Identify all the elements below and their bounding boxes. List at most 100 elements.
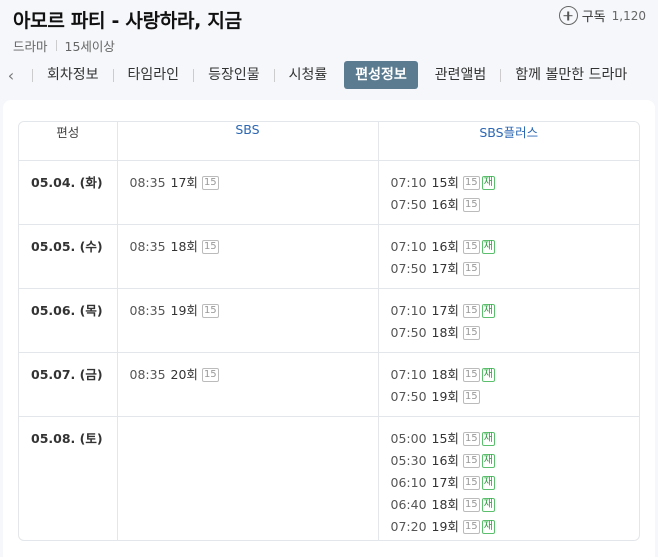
schedule-panel: 편성 SBS SBS플러스 05.04. (화) 08:35 17회 15 07:10 1… (3, 100, 655, 557)
rerun-badge: 재 (481, 475, 495, 490)
meta-divider (55, 40, 57, 51)
broadcast-item[interactable]: 07:10 17회 15 재 (391, 300, 628, 322)
plus-circle-icon (558, 6, 578, 25)
age-15-badge: 15 (201, 239, 219, 254)
schedule-date: 05.05. (수) (19, 224, 118, 289)
age-15-badge: 15 (462, 239, 480, 254)
age-15-badge: 15 (462, 261, 480, 276)
episode-number: 18회 (431, 496, 459, 512)
broadcast-item[interactable]: 08:35 17회 15 (130, 172, 366, 194)
broadcast-time: 08:35 (129, 302, 166, 318)
table-row: 05.08. (토) 05:00 15회 15 재 05:30 16회 15 재 06:10 17회… (19, 416, 639, 541)
episode-number: 16회 (431, 238, 459, 254)
broadcast-time: 07:50 (390, 324, 427, 340)
age-15-badge: 15 (462, 325, 480, 340)
episode-number: 16회 (431, 452, 459, 468)
rerun-badge: 재 (481, 303, 495, 318)
broadcast-item[interactable]: 08:35 19회 15 (130, 300, 366, 322)
subscribe-count: 1,120 (611, 8, 646, 23)
episode-number: 17회 (431, 302, 459, 318)
table-row: 05.06. (목) 08:35 19회 15 07:10 17회 15 재 07:50 18회 1… (19, 288, 639, 353)
broadcast-time: 07:10 (390, 366, 427, 382)
subscribe-button[interactable]: 구독 1,120 (558, 6, 646, 25)
episode-number: 18회 (431, 324, 459, 340)
subscribe-label: 구독 (581, 10, 606, 25)
table-row: 05.07. (금) 08:35 20회 15 07:10 18회 15 재 07:50 19회 1… (19, 352, 639, 417)
broadcast-time: 08:35 (129, 366, 166, 382)
episode-number: 18회 (431, 366, 459, 382)
age-15-badge: 15 (462, 175, 480, 190)
broadcast-item[interactable]: 07:50 17회 15 (391, 258, 628, 280)
table-header-row: 편성 SBS SBS플러스 (19, 122, 639, 161)
tab-recommended[interactable]: 함께 볼만한 드라마 (501, 61, 641, 89)
tab-ratings[interactable]: 시청률 (275, 61, 342, 89)
genre-label: 드라마 (13, 39, 48, 54)
broadcast-time: 07:50 (390, 388, 427, 404)
broadcast-time: 05:00 (390, 430, 427, 446)
age-15-badge: 15 (462, 389, 480, 404)
broadcast-item[interactable]: 07:10 15회 15 재 (391, 172, 628, 194)
broadcast-time: 07:10 (390, 174, 427, 190)
broadcast-time: 07:50 (390, 260, 427, 276)
episode-number: 17회 (431, 474, 459, 490)
rerun-badge: 재 (481, 519, 495, 534)
tab-schedule[interactable]: 편성정보 (344, 61, 418, 89)
table-row: 05.04. (화) 08:35 17회 15 07:10 15회 15 재 07:50 16회 1… (19, 160, 639, 225)
rerun-badge: 재 (481, 453, 495, 468)
broadcast-time: 06:10 (390, 474, 427, 490)
broadcast-item[interactable]: 08:35 20회 15 (130, 364, 366, 386)
broadcast-item[interactable]: 07:20 19회 15 재 (391, 516, 628, 538)
broadcast-time: 07:50 (391, 538, 427, 541)
broadcast-item[interactable]: 07:50 19회 15 (391, 386, 628, 408)
tab-timeline[interactable]: 타임라인 (114, 61, 194, 89)
age-15-badge: 15 (201, 367, 219, 382)
header-sbs-plus: SBS플러스 (378, 122, 639, 161)
episode-number: 18회 (170, 238, 198, 254)
broadcast-item[interactable]: 08:35 18회 15 (130, 236, 366, 258)
age-15-badge: 15 (462, 367, 480, 382)
tab-characters[interactable]: 등장인물 (194, 61, 274, 89)
age-15-badge: 15 (201, 175, 219, 190)
sbs-cell: 08:35 17회 15 (117, 160, 379, 225)
rerun-badge: 재 (481, 431, 495, 446)
tab-episode-info[interactable]: 회차정보 (33, 61, 113, 89)
broadcast-item[interactable]: 05:30 16회 15 재 (391, 450, 628, 472)
rerun-badge: 재 (481, 497, 495, 512)
rerun-badge: 재 (481, 239, 495, 254)
schedule-date: 05.08. (토) (19, 416, 118, 540)
age-15-badge: 15 (462, 453, 480, 468)
broadcast-item[interactable]: 06:10 17회 15 재 (391, 472, 628, 494)
sbs-cell (117, 416, 379, 540)
rerun-badge: 재 (481, 175, 495, 190)
age-15-badge: 15 (201, 303, 219, 318)
broadcast-item[interactable]: 07:5020회15 (391, 538, 628, 541)
chevron-left-icon[interactable]: ‹ (2, 66, 20, 85)
episode-number: 19회 (431, 518, 459, 534)
episode-number: 17회 (431, 260, 459, 276)
sbs-plus-cell: 07:10 16회 15 재 07:50 17회 15 (378, 224, 639, 289)
broadcast-item[interactable]: 05:00 15회 15 재 (391, 428, 628, 450)
rerun-badge: 재 (481, 367, 495, 382)
episode-number: 16회 (431, 196, 459, 212)
program-header: 아모르 파티 - 사랑하라, 지금 구독 1,120 드라마 15세이상 ‹ 회… (0, 0, 658, 100)
broadcast-time: 07:10 (390, 238, 427, 254)
sbs-plus-cell: 07:10 18회 15 재 07:50 19회 15 (378, 352, 639, 417)
header-sbs: SBS (117, 122, 379, 161)
broadcast-time: 07:10 (390, 302, 427, 318)
broadcast-item[interactable]: 07:50 18회 15 (391, 322, 628, 344)
tab-albums[interactable]: 관련앨범 (421, 61, 501, 89)
broadcast-item[interactable]: 07:50 16회 15 (391, 194, 628, 216)
sbs-plus-cell: 07:10 17회 15 재 07:50 18회 15 (378, 288, 639, 353)
broadcast-item[interactable]: 07:10 16회 15 재 (391, 236, 628, 258)
broadcast-item[interactable]: 07:10 18회 15 재 (391, 364, 628, 386)
sbs-plus-cell: 05:00 15회 15 재 05:30 16회 15 재 06:10 17회 15 재 06:40 18… (378, 416, 639, 541)
sbs-cell: 08:35 19회 15 (117, 288, 379, 353)
episode-number: 19회 (170, 302, 198, 318)
episode-number: 17회 (170, 174, 198, 190)
sbs-plus-cell: 07:10 15회 15 재 07:50 16회 15 (378, 160, 639, 225)
age-15-badge: 15 (462, 475, 480, 490)
schedule-date: 05.07. (금) (19, 352, 118, 417)
broadcast-item[interactable]: 06:40 18회 15 재 (391, 494, 628, 516)
sbs-cell: 08:35 20회 15 (117, 352, 379, 417)
schedule-date: 05.04. (화) (19, 160, 118, 225)
